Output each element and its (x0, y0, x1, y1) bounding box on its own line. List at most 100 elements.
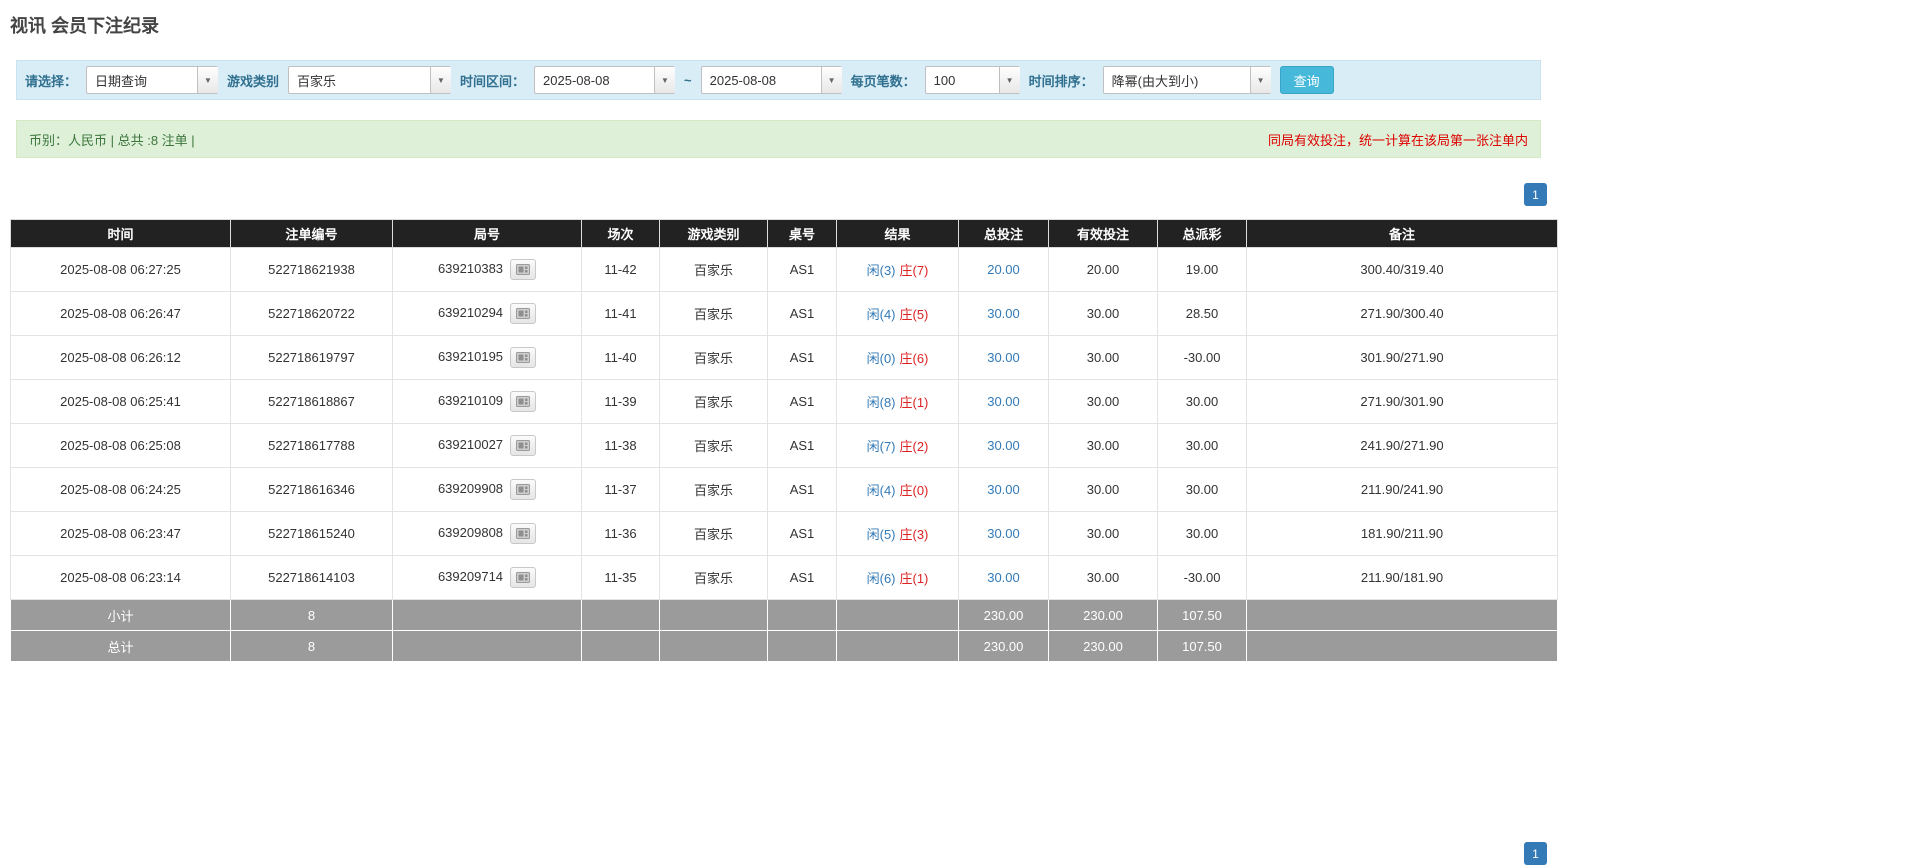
cell-time: 2025-08-08 06:25:08 (10, 423, 231, 468)
total-count: 8 (230, 630, 393, 662)
page-size-input[interactable] (925, 67, 999, 93)
empty-cell (836, 630, 959, 662)
header-game-type: 游戏类别 (659, 219, 768, 248)
total-bet-link[interactable]: 30.00 (987, 526, 1020, 541)
round-number: 639210027 (437, 436, 504, 452)
cell-total-bet: 30.00 (958, 379, 1049, 424)
page-1-button[interactable]: 1 (1524, 842, 1547, 865)
page-1-button[interactable]: 1 (1524, 183, 1547, 206)
total-row: 总计 8 230.00 230.00 107.50 (10, 630, 1558, 662)
cell-payout: 30.00 (1157, 511, 1247, 556)
video-replay-icon[interactable] (510, 435, 537, 456)
total-bet-link[interactable]: 20.00 (987, 262, 1020, 277)
result-banker: 庄(1) (899, 571, 929, 586)
pagination-bottom: 1 (10, 842, 1547, 865)
video-replay-icon[interactable] (510, 523, 537, 544)
cell-game-type: 百家乐 (659, 555, 768, 600)
round-number: 639209714 (437, 568, 504, 584)
empty-cell (1246, 630, 1558, 662)
table-row: 2025-08-08 06:26:47 522718620722 639210294… (10, 291, 1558, 336)
cell-total-bet: 30.00 (958, 335, 1049, 380)
video-replay-icon[interactable] (510, 479, 537, 500)
film-glyph (516, 572, 531, 583)
sort-order-input[interactable] (1103, 67, 1250, 93)
header-session: 场次 (581, 219, 660, 248)
game-type-label: 游戏类别 (227, 73, 280, 89)
subtotal-total-bet: 230.00 (958, 599, 1049, 631)
subtotal-label: 小计 (10, 599, 231, 631)
query-type-caret-button[interactable]: ▼ (197, 67, 218, 93)
date-from-input[interactable] (535, 67, 655, 93)
table-footer: 小计 8 230.00 230.00 107.50 总计 8 230.00 23… (10, 599, 1558, 662)
sort-order-caret-button[interactable]: ▼ (1249, 67, 1271, 93)
cell-result: 闲(8) 庄(1) (836, 379, 959, 424)
query-type-input[interactable] (87, 67, 198, 93)
cell-result: 闲(5) 庄(3) (836, 511, 959, 556)
table-row: 2025-08-08 06:27:25 522718621938 639210383… (10, 247, 1558, 292)
cell-game-type: 百家乐 (659, 247, 768, 292)
cell-session: 11-42 (581, 247, 660, 292)
search-button[interactable]: 查询 (1279, 66, 1334, 94)
empty-cell (836, 599, 959, 631)
cell-result: 闲(3) 庄(7) (836, 247, 959, 292)
page-container: 视讯 会员下注纪录 请选择： ▼ 游戏类别 ▼ 时间区间： ▼ ~ ▼ 每页笔数… (0, 0, 1558, 865)
result-banker: 庄(2) (899, 439, 929, 454)
date-to-input[interactable] (701, 67, 821, 93)
empty-cell (581, 599, 660, 631)
result-player: 闲(6) (866, 571, 896, 586)
game-type-input[interactable] (289, 67, 431, 93)
date-from-caret-button[interactable]: ▼ (654, 67, 675, 93)
film-glyph (516, 352, 531, 363)
subtotal-row: 小计 8 230.00 230.00 107.50 (10, 599, 1558, 631)
cell-valid-bet: 30.00 (1048, 555, 1158, 600)
cell-bet-id: 522718621938 (230, 247, 393, 292)
total-bet-link[interactable]: 30.00 (987, 570, 1020, 585)
query-type-combobox: ▼ (86, 66, 219, 94)
sort-order-combobox: ▼ (1102, 66, 1271, 94)
cell-time: 2025-08-08 06:26:12 (10, 335, 231, 380)
cell-time: 2025-08-08 06:23:14 (10, 555, 231, 600)
chevron-down-icon: ▼ (1005, 75, 1014, 85)
select-type-label: 请选择： (25, 73, 78, 89)
cell-bet-id: 522718617788 (230, 423, 393, 468)
cell-time: 2025-08-08 06:25:41 (10, 379, 231, 424)
total-bet-link[interactable]: 30.00 (987, 394, 1020, 409)
table-row: 2025-08-08 06:25:41 522718618867 639210109… (10, 379, 1558, 424)
chevron-down-icon: ▼ (204, 75, 212, 85)
cell-session: 11-39 (581, 379, 660, 424)
round-number: 639210109 (437, 392, 504, 408)
cell-payout: 30.00 (1157, 423, 1247, 468)
empty-cell (767, 599, 837, 631)
result-banker: 庄(0) (899, 483, 929, 498)
total-payout: 107.50 (1157, 630, 1247, 662)
video-replay-icon[interactable] (510, 259, 537, 280)
valid-bet-notice: 同局有效投注，统一计算在该局第一张注单内 (1267, 132, 1528, 148)
video-replay-icon[interactable] (510, 347, 537, 368)
betting-records-table: 时间 注单编号 局号 场次 游戏类别 桌号 结果 总投注 有效投注 总派彩 备注… (10, 219, 1558, 662)
cell-result: 闲(7) 庄(2) (836, 423, 959, 468)
total-bet-link[interactable]: 30.00 (987, 438, 1020, 453)
cell-valid-bet: 30.00 (1048, 379, 1158, 424)
cell-session: 11-41 (581, 291, 660, 336)
cell-total-bet: 20.00 (958, 247, 1049, 292)
table-row: 2025-08-08 06:25:08 522718617788 639210027… (10, 423, 1558, 468)
header-valid-bet: 有效投注 (1048, 219, 1158, 248)
total-bet-link[interactable]: 30.00 (987, 306, 1020, 321)
video-replay-icon[interactable] (510, 567, 537, 588)
date-to-caret-button[interactable]: ▼ (820, 67, 842, 93)
header-total-bet: 总投注 (958, 219, 1049, 248)
cell-round: 639209808 (392, 511, 582, 556)
game-type-caret-button[interactable]: ▼ (430, 67, 451, 93)
currency-total-text: 币别：人民币 | 总共 :8 注单 | (29, 132, 195, 148)
cell-bet-id: 522718614103 (230, 555, 393, 600)
cell-note: 241.90/271.90 (1246, 423, 1558, 468)
cell-game-type: 百家乐 (659, 511, 768, 556)
total-bet-link[interactable]: 30.00 (987, 350, 1020, 365)
cell-total-bet: 30.00 (958, 291, 1049, 336)
cell-game-type: 百家乐 (659, 467, 768, 512)
cell-table-no: AS1 (767, 335, 837, 380)
video-replay-icon[interactable] (510, 303, 537, 324)
video-replay-icon[interactable] (510, 391, 537, 412)
page-size-caret-button[interactable]: ▼ (998, 67, 1020, 93)
total-bet-link[interactable]: 30.00 (987, 482, 1020, 497)
